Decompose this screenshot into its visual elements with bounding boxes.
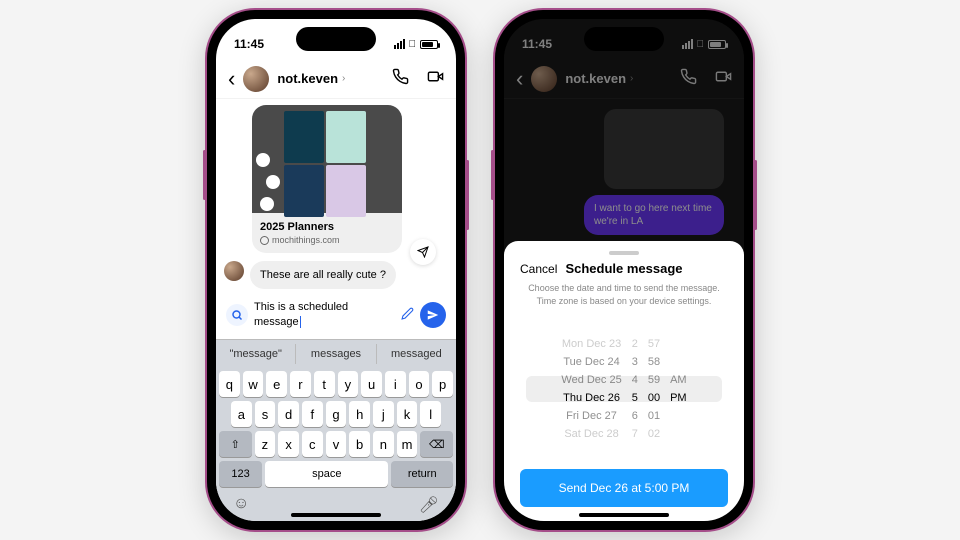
- key-h[interactable]: h: [349, 401, 370, 427]
- suggestion-1[interactable]: "message": [216, 344, 296, 364]
- video-button[interactable]: [427, 68, 444, 90]
- dynamic-island: [584, 27, 664, 51]
- message-input[interactable]: This is a scheduled message: [254, 296, 395, 333]
- key-y[interactable]: y: [338, 371, 359, 397]
- key-c[interactable]: c: [302, 431, 323, 457]
- picker-minute-column[interactable]: 57 58 59 00 01 02: [648, 338, 660, 440]
- backspace-key[interactable]: ⌫: [420, 431, 453, 457]
- keyboard: qwertyuiop asdfghjkl ⇧ zxcvbnm ⌫ 123 spa…: [216, 367, 456, 521]
- dynamic-island: [296, 27, 376, 51]
- schedule-sheet: Cancel Schedule message Choose the date …: [504, 241, 744, 521]
- chat-header: ‹ not.keven ›: [216, 59, 456, 99]
- key-e[interactable]: e: [266, 371, 287, 397]
- avatar-small: [224, 261, 244, 281]
- suggestion-2[interactable]: messages: [296, 344, 376, 364]
- shift-key[interactable]: ⇧: [219, 431, 252, 457]
- home-indicator[interactable]: [291, 513, 381, 517]
- sheet-grabber[interactable]: [609, 251, 639, 255]
- message-bubble: These are all really cute ?: [250, 261, 396, 289]
- key-u[interactable]: u: [361, 371, 382, 397]
- sheet-title: Schedule message: [565, 261, 682, 276]
- composer: This is a scheduled message: [216, 290, 456, 339]
- key-i[interactable]: i: [385, 371, 406, 397]
- phone-right: 11:45 􀙇 ‹ not.keven › I want to go here …: [495, 10, 753, 530]
- sheet-description: Choose the date and time to send the mes…: [520, 282, 728, 307]
- card-title: 2025 Planners: [260, 221, 394, 233]
- suggestion-3[interactable]: messaged: [377, 344, 456, 364]
- keyboard-suggestions: "message" messages messaged: [216, 339, 456, 367]
- key-n[interactable]: n: [373, 431, 394, 457]
- emoji-button[interactable]: ☺: [233, 495, 249, 515]
- avatar[interactable]: [243, 66, 269, 92]
- key-w[interactable]: w: [243, 371, 264, 397]
- key-v[interactable]: v: [326, 431, 347, 457]
- globe-icon: [260, 236, 269, 245]
- key-g[interactable]: g: [326, 401, 347, 427]
- status-time: 11:45: [234, 37, 264, 51]
- key-d[interactable]: d: [278, 401, 299, 427]
- send-button[interactable]: [420, 302, 446, 328]
- datetime-picker[interactable]: Mon Dec 23 Tue Dec 24 Wed Dec 25 Thu Dec…: [520, 317, 728, 461]
- cancel-button[interactable]: Cancel: [520, 262, 557, 276]
- picker-hour-column[interactable]: 2 3 4 5 6 7: [632, 338, 638, 440]
- key-z[interactable]: z: [255, 431, 276, 457]
- key-m[interactable]: m: [397, 431, 418, 457]
- battery-icon: [420, 40, 438, 49]
- key-j[interactable]: j: [373, 401, 394, 427]
- numbers-key[interactable]: 123: [219, 461, 262, 487]
- share-button[interactable]: [410, 239, 436, 265]
- back-button[interactable]: ‹: [228, 66, 235, 92]
- key-b[interactable]: b: [349, 431, 370, 457]
- wifi-icon: 􀙇: [409, 39, 417, 50]
- screen-right: 11:45 􀙇 ‹ not.keven › I want to go here …: [504, 19, 744, 521]
- picker-date-column[interactable]: Mon Dec 23 Tue Dec 24 Wed Dec 25 Thu Dec…: [561, 338, 621, 440]
- picker-ampm-column[interactable]: AM PM: [670, 338, 687, 440]
- username[interactable]: not.keven: [277, 71, 338, 86]
- key-p[interactable]: p: [432, 371, 453, 397]
- chat-body: 2025 Planners mochithings.com These are …: [216, 99, 456, 290]
- space-key[interactable]: space: [265, 461, 388, 487]
- link-preview-card[interactable]: 2025 Planners mochithings.com: [252, 105, 402, 253]
- phone-left: 11:45 􀙇 ‹ not.keven ›: [207, 10, 465, 530]
- screen-left: 11:45 􀙇 ‹ not.keven ›: [216, 19, 456, 521]
- card-image: [252, 105, 402, 213]
- return-key[interactable]: return: [391, 461, 453, 487]
- edit-icon[interactable]: [401, 307, 414, 323]
- key-t[interactable]: t: [314, 371, 335, 397]
- confirm-button[interactable]: Send Dec 26 at 5:00 PM: [520, 469, 728, 507]
- search-button[interactable]: [226, 304, 248, 326]
- call-button[interactable]: [392, 68, 409, 90]
- key-r[interactable]: r: [290, 371, 311, 397]
- key-s[interactable]: s: [255, 401, 276, 427]
- key-f[interactable]: f: [302, 401, 323, 427]
- key-x[interactable]: x: [278, 431, 299, 457]
- card-site: mochithings.com: [272, 235, 340, 245]
- key-o[interactable]: o: [409, 371, 430, 397]
- key-k[interactable]: k: [397, 401, 418, 427]
- home-indicator[interactable]: [579, 513, 669, 517]
- incoming-message: These are all really cute ?: [224, 261, 448, 289]
- key-l[interactable]: l: [420, 401, 441, 427]
- dictation-button[interactable]: 🎤︎: [419, 495, 439, 515]
- key-q[interactable]: q: [219, 371, 240, 397]
- cellular-icon: [394, 39, 405, 49]
- key-a[interactable]: a: [231, 401, 252, 427]
- chevron-right-icon: ›: [342, 73, 345, 84]
